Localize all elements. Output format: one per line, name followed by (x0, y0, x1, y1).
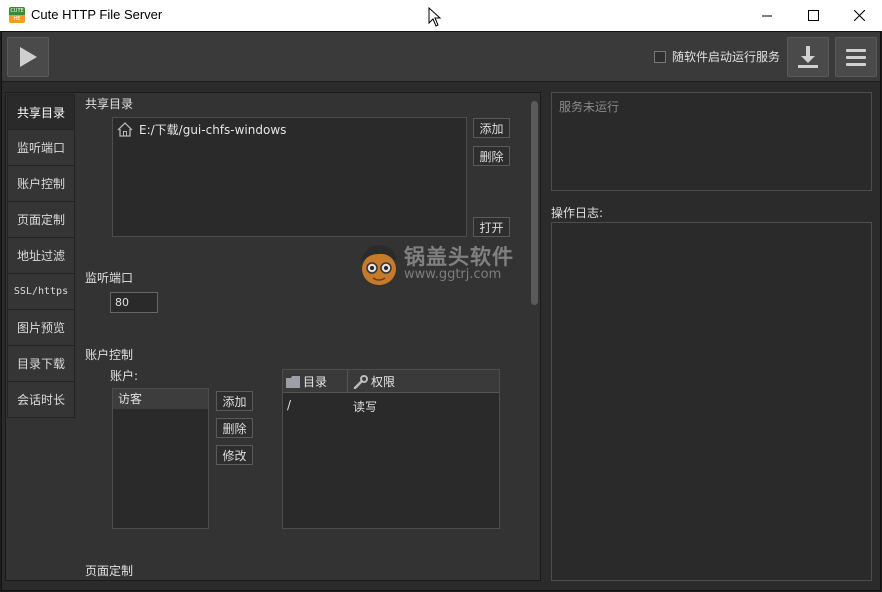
perm-row-perm[interactable]: 读写 (353, 398, 377, 415)
users-label: 账户: (110, 369, 139, 383)
app-window: 随软件启动运行服务 共享目录 监听端口 账户控制 页面定制 地址过滤 SSL/h… (1, 31, 881, 591)
play-icon (20, 47, 37, 67)
user-delete-button[interactable]: 删除 (216, 418, 253, 438)
autostart-label: 随软件启动运行服务 (672, 50, 781, 64)
download-icon (798, 46, 818, 68)
folder-icon (286, 375, 300, 388)
settings-scrollbar[interactable] (528, 95, 540, 579)
permissions-header: 目录 权限 (283, 370, 499, 393)
toolbar: 随软件启动运行服务 (2, 32, 880, 82)
permissions-table: 目录 权限 / 读写 (282, 369, 500, 529)
page-custom-heading: 页面定制 (85, 564, 134, 578)
listen-port-heading: 监听端口 (85, 271, 134, 285)
dir-column-header[interactable]: 目录 (286, 370, 348, 393)
share-dir-item[interactable]: E:/下载/gui-chfs-windows (117, 121, 286, 138)
share-dir-heading: 共享目录 (85, 97, 134, 111)
share-dir-list[interactable]: E:/下载/gui-chfs-windows (112, 117, 467, 237)
autostart-checkbox[interactable]: 随软件启动运行服务 (654, 48, 780, 65)
scrollbar-thumb[interactable] (531, 101, 538, 305)
wrench-icon (353, 374, 368, 389)
tab-account-control[interactable]: 账户控制 (7, 166, 75, 202)
tab-dir-download[interactable]: 目录下载 (7, 346, 75, 382)
share-delete-button[interactable]: 删除 (473, 146, 510, 166)
minimize-button[interactable] (744, 0, 790, 31)
user-add-button[interactable]: 添加 (216, 391, 253, 411)
log-label: 操作日志: (551, 206, 604, 220)
share-add-button[interactable]: 添加 (473, 118, 510, 138)
settings-tabs: 共享目录 监听端口 账户控制 页面定制 地址过滤 SSL/https 图片预览 … (7, 94, 75, 418)
tab-image-preview[interactable]: 图片预览 (7, 310, 75, 346)
operation-log[interactable] (551, 222, 872, 581)
start-server-button[interactable] (7, 37, 49, 77)
app-logo-icon: CUTE HE (9, 7, 25, 23)
user-modify-button[interactable]: 修改 (216, 445, 253, 465)
tab-listen-port[interactable]: 监听端口 (7, 130, 75, 166)
users-list[interactable]: 访客 (112, 388, 209, 529)
mouse-cursor-icon (428, 7, 442, 27)
minimize-icon (762, 15, 772, 16)
tab-share-dir[interactable]: 共享目录 (7, 94, 75, 130)
tab-session-duration[interactable]: 会话时长 (7, 382, 75, 418)
watermark-cn-text: 锅盖头软件 (404, 245, 514, 270)
tab-ssl-https[interactable]: SSL/https (7, 274, 75, 310)
window-title: Cute HTTP File Server (31, 7, 163, 22)
perm-row-dir[interactable]: / (287, 398, 291, 412)
account-control-heading: 账户控制 (85, 348, 134, 362)
perm-column-header[interactable]: 权限 (353, 370, 395, 393)
server-status-text: 服务未运行 (559, 100, 620, 114)
share-open-button[interactable]: 打开 (473, 217, 510, 237)
home-icon (117, 122, 133, 137)
watermark-url-text: www.ggtrj.com (404, 267, 502, 283)
download-button[interactable] (787, 37, 829, 77)
checkbox-box[interactable] (654, 50, 666, 63)
hamburger-menu-icon (846, 49, 866, 66)
tab-page-custom[interactable]: 页面定制 (7, 202, 75, 238)
menu-button[interactable] (835, 37, 877, 77)
maximize-icon (807, 10, 819, 21)
user-item-guest[interactable]: 访客 (113, 389, 208, 409)
watermark: 锅盖头软件 www.ggtrj.com (358, 241, 514, 287)
watermark-mascot-logo (361, 245, 397, 285)
close-icon (853, 10, 865, 21)
settings-content: 共享目录 E:/下载/gui-chfs-windows 添加 删除 打开 监听端… (76, 93, 528, 580)
title-bar: CUTE HE Cute HTTP File Server (0, 0, 882, 31)
port-input[interactable]: 80 (110, 292, 158, 313)
maximize-button[interactable] (790, 0, 836, 31)
share-dir-path: E:/下载/gui-chfs-windows (139, 123, 287, 137)
tab-address-filter[interactable]: 地址过滤 (7, 238, 75, 274)
status-box: 服务未运行 (551, 92, 872, 191)
close-button[interactable] (836, 0, 882, 31)
settings-panel: 共享目录 监听端口 账户控制 页面定制 地址过滤 SSL/https 图片预览 … (5, 92, 541, 581)
